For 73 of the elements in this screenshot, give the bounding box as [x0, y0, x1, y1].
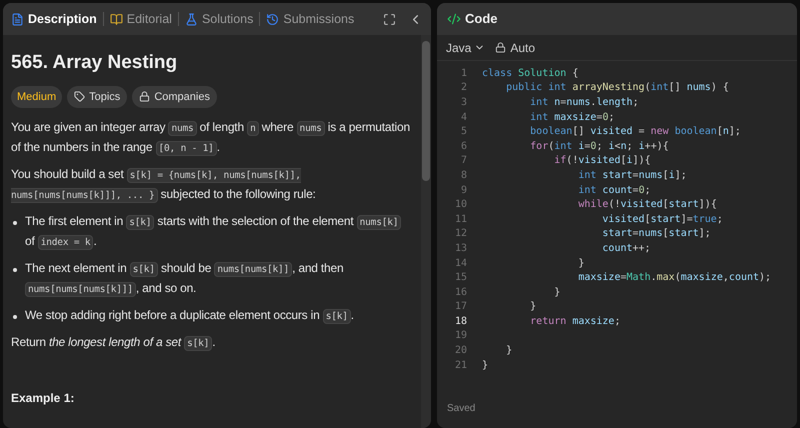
line-number: 11: [454, 212, 468, 227]
line-number: 20: [454, 344, 468, 358]
line-number: 4: [460, 110, 468, 125]
line-number: 7: [460, 154, 468, 168]
example-heading: Example 1:: [11, 390, 76, 407]
tag-chip[interactable]: Companies: [132, 86, 217, 108]
code-line: if(!visited[i]){: [553, 154, 651, 168]
line-number: 12: [454, 227, 468, 242]
line-number: 9: [460, 184, 468, 198]
panel-tab[interactable]: Solutions: [184, 10, 254, 28]
status-text: Saved: [437, 401, 797, 428]
line-number: 5: [460, 125, 468, 140]
line-number: 14: [454, 256, 468, 271]
code-line: int n=nums.length;: [529, 96, 639, 110]
line-number: 17: [454, 300, 468, 314]
tag-chip[interactable]: Topics: [67, 86, 128, 108]
code-line: public int arrayNesting(int[] nums) {: [505, 81, 729, 96]
code-line: start=nums[start];: [601, 227, 711, 242]
rule-text: The first element in s[k] starts with the selection of the element nums[k] of index = k .: [25, 212, 413, 252]
line-number: 21: [454, 358, 468, 373]
panel-tab[interactable]: Description: [11, 10, 97, 28]
code-line: class Solution {: [482, 66, 578, 81]
code-line: int maxsize=0;: [529, 110, 614, 125]
rule-text: The next element in s[k] should be nums[nums[k]] , and then nums[nums[nums[k]]] , and so on.: [25, 260, 344, 299]
line-number: 19: [454, 329, 468, 344]
bullet-icon: [13, 268, 17, 272]
line-number: 16: [454, 286, 468, 300]
lock-icon: [495, 42, 506, 53]
line-number: 10: [454, 198, 468, 212]
description-paragraph: You are given an integer array nums of length n where nums is a permutation of the numbers in the range [0, n - 1] .: [11, 119, 411, 158]
code-line: }: [553, 286, 560, 300]
description-paragraph: You should build a set s[k] = {nums[k], nums[nums[k]], nums[nums[nums[k]]], ... } subjected to the following rule:: [11, 166, 317, 205]
line-number: 8: [460, 168, 468, 183]
description-paragraph: Return the longest length of a set s[k] .: [11, 334, 216, 353]
code-line: return maxsize;: [529, 314, 620, 329]
history-icon: [266, 12, 280, 26]
document-icon: [11, 12, 24, 26]
code-line: }: [577, 256, 584, 271]
difficulty-badge: Medium: [11, 86, 62, 108]
line-number: 18: [454, 314, 468, 329]
line-number: 2: [460, 81, 468, 96]
lock-icon: [139, 91, 150, 102]
problem-title: 565. Array Nesting: [11, 51, 178, 75]
language-dropdown[interactable]: Java: [446, 38, 486, 56]
tag-icon: [74, 91, 86, 102]
line-number: 1: [460, 66, 468, 81]
line-number: 6: [460, 140, 468, 154]
fullscreen-icon[interactable]: [383, 12, 396, 26]
panel-tab[interactable]: Submissions: [266, 10, 354, 28]
code-line: int count=0;: [577, 184, 651, 198]
code-icon: [447, 12, 461, 26]
code-line: }: [482, 358, 488, 373]
flask-icon: [184, 12, 198, 26]
book-icon: [110, 12, 123, 26]
code-line: boolean[] visited = new boolean[n];: [529, 125, 741, 140]
line-number: 3: [460, 96, 468, 110]
code-line: int start=nums[i];: [577, 168, 687, 183]
mode-label: Auto: [495, 38, 536, 56]
code-line: count++;: [601, 242, 651, 256]
line-number: 13: [454, 242, 468, 256]
bullet-icon: [13, 221, 17, 225]
panel-title: Code: [465, 10, 498, 28]
line-number: 15: [454, 271, 468, 286]
code-line: visited[start]=true;: [601, 212, 723, 227]
code-line: for(int i=0; i<n; i++){: [529, 140, 669, 154]
code-line: while(!visited[start]){: [577, 198, 717, 212]
code-line: }: [529, 300, 536, 314]
rule-text: We stop adding right before a duplicate element occurs in s[k] .: [25, 307, 354, 326]
code-line: maxsize=Math.max(maxsize,count);: [577, 271, 772, 286]
code-line: }: [505, 344, 512, 358]
bullet-icon: [13, 315, 17, 319]
panel-tab[interactable]: Editorial: [110, 10, 172, 28]
scrollbar[interactable]: [421, 35, 431, 428]
